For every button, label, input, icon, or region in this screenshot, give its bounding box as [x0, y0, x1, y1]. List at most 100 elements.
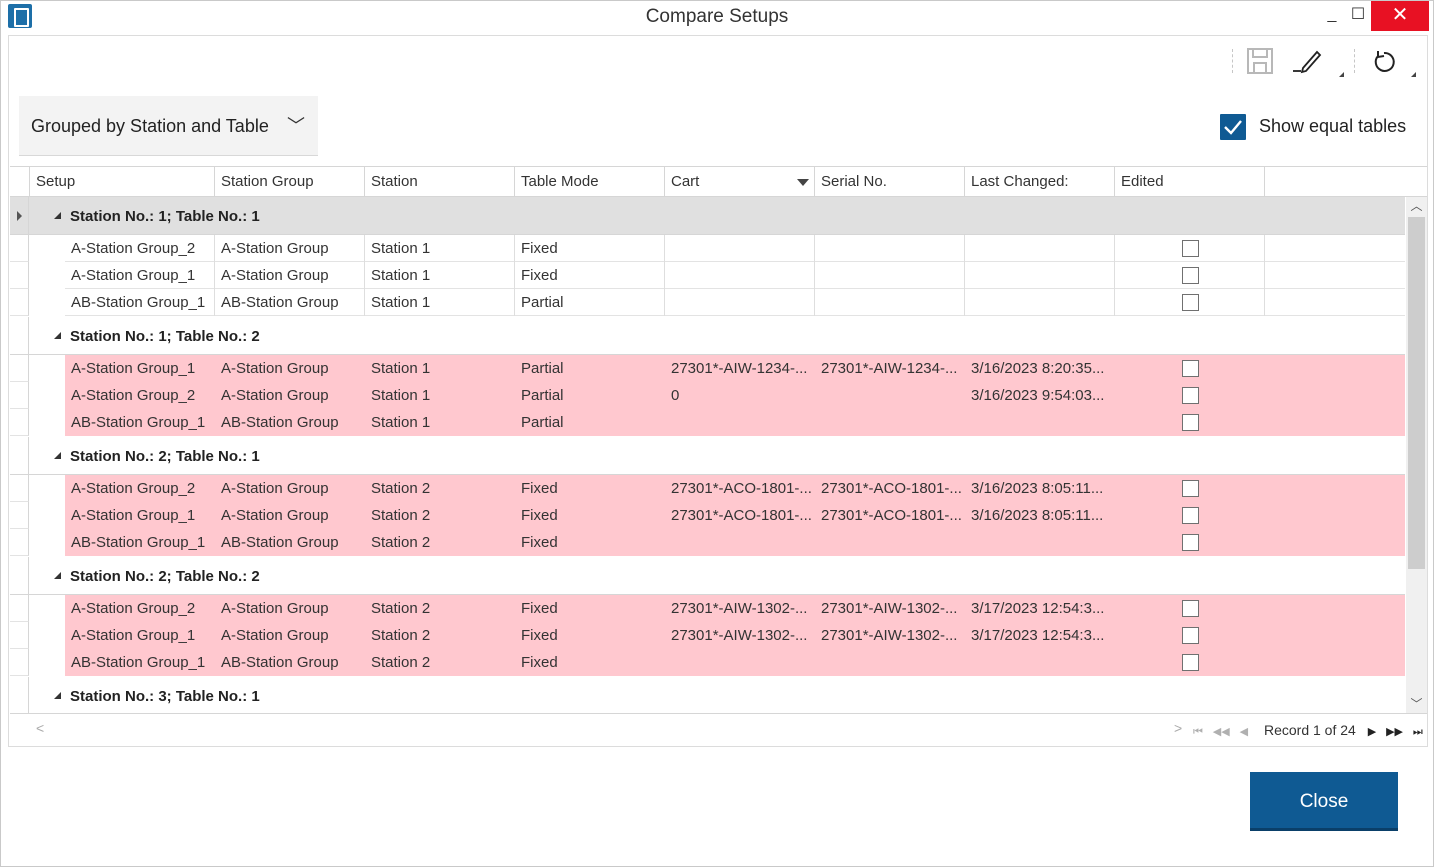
- row-indicator[interactable]: [10, 595, 29, 622]
- row-indicator[interactable]: [10, 355, 29, 382]
- close-window-button[interactable]: ✕: [1371, 1, 1429, 31]
- edited-checkbox[interactable]: [1182, 267, 1199, 284]
- table-cell[interactable]: Station 1: [365, 289, 515, 316]
- table-cell[interactable]: Fixed: [515, 595, 665, 622]
- scroll-down-icon[interactable]: ﹀: [1406, 695, 1427, 713]
- table-cell[interactable]: A-Station Group_1: [65, 502, 215, 529]
- table-cell[interactable]: [665, 262, 815, 289]
- row-indicator[interactable]: [10, 289, 29, 316]
- edited-checkbox[interactable]: [1182, 414, 1199, 431]
- scrollbar-thumb[interactable]: [1408, 217, 1425, 569]
- table-row[interactable]: A-Station Group_2 A-Station Group Station …: [10, 235, 1405, 262]
- table-cell[interactable]: Fixed: [515, 475, 665, 502]
- table-cell[interactable]: A-Station Group: [215, 355, 365, 382]
- table-cell[interactable]: A-Station Group: [215, 475, 365, 502]
- row-indicator[interactable]: [10, 317, 29, 354]
- table-cell[interactable]: Station 1: [365, 382, 515, 409]
- group-row[interactable]: Station No.: 1; Table No.: 1: [10, 197, 1405, 235]
- table-cell[interactable]: [665, 409, 815, 436]
- table-row[interactable]: A-Station Group_1 A-Station Group Station …: [10, 355, 1405, 382]
- row-indicator[interactable]: [10, 235, 29, 262]
- table-cell[interactable]: AB-Station Group: [215, 649, 365, 676]
- table-cell[interactable]: Partial: [515, 382, 665, 409]
- table-cell[interactable]: 27301*-AIW-1302-...: [665, 595, 815, 622]
- column-header-edited[interactable]: Edited: [1114, 167, 1264, 197]
- table-cell[interactable]: [965, 649, 1115, 676]
- table-cell[interactable]: A-Station Group: [215, 502, 365, 529]
- table-cell[interactable]: Partial: [515, 409, 665, 436]
- table-cell[interactable]: Fixed: [515, 622, 665, 649]
- table-cell[interactable]: A-Station Group_2: [65, 382, 215, 409]
- row-indicator[interactable]: [10, 197, 29, 234]
- table-cell[interactable]: 27301*-AIW-1234-...: [815, 355, 965, 382]
- table-cell[interactable]: Partial: [515, 289, 665, 316]
- scroll-left-icon[interactable]: <: [36, 720, 44, 736]
- show-equal-tables-checkbox[interactable]: [1220, 114, 1246, 140]
- edit-button[interactable]: [1291, 44, 1325, 78]
- column-header-station[interactable]: Station: [364, 167, 514, 197]
- previous-page-icon[interactable]: ◀◀: [1213, 725, 1230, 738]
- table-cell[interactable]: Station 2: [365, 475, 515, 502]
- table-cell[interactable]: [815, 529, 965, 556]
- last-page-icon[interactable]: ⏭: [1413, 726, 1423, 739]
- next-page-icon[interactable]: ▶▶: [1386, 725, 1403, 738]
- save-button[interactable]: [1243, 44, 1277, 78]
- vertical-scrollbar[interactable]: ︿ ﹀: [1406, 197, 1427, 713]
- table-cell[interactable]: Fixed: [515, 235, 665, 262]
- first-page-icon[interactable]: ⏮: [1193, 726, 1203, 739]
- table-cell[interactable]: 3/16/2023 8:05:11...: [965, 502, 1115, 529]
- group-by-dropdown[interactable]: Grouped by Station and Table ﹀: [19, 96, 318, 156]
- group-row[interactable]: Station No.: 3; Table No.: 1: [10, 677, 1405, 713]
- table-row[interactable]: A-Station Group_2 A-Station Group Station …: [10, 475, 1405, 502]
- table-cell[interactable]: [815, 262, 965, 289]
- table-row[interactable]: AB-Station Group_1 AB-Station Group Statio…: [10, 289, 1405, 316]
- table-cell[interactable]: [965, 409, 1115, 436]
- table-cell[interactable]: [965, 262, 1115, 289]
- table-cell[interactable]: 3/16/2023 9:54:03...: [965, 382, 1115, 409]
- edited-checkbox[interactable]: [1182, 600, 1199, 617]
- table-cell[interactable]: [665, 649, 815, 676]
- table-cell[interactable]: 27301*-AIW-1302-...: [665, 622, 815, 649]
- table-cell[interactable]: [965, 235, 1115, 262]
- table-cell[interactable]: Station 2: [365, 622, 515, 649]
- table-cell[interactable]: Station 2: [365, 529, 515, 556]
- column-header-cart[interactable]: Cart: [664, 167, 814, 197]
- table-cell[interactable]: 27301*-AIW-1302-...: [815, 595, 965, 622]
- table-cell[interactable]: [665, 235, 815, 262]
- edited-checkbox[interactable]: [1182, 627, 1199, 644]
- table-cell[interactable]: A-Station Group_2: [65, 235, 215, 262]
- edited-checkbox[interactable]: [1182, 654, 1199, 671]
- row-indicator[interactable]: [10, 622, 29, 649]
- group-row[interactable]: Station No.: 1; Table No.: 2: [10, 317, 1405, 355]
- table-cell[interactable]: Station 1: [365, 355, 515, 382]
- table-cell[interactable]: 27301*-AIW-1302-...: [815, 622, 965, 649]
- table-cell[interactable]: 0: [665, 382, 815, 409]
- table-cell[interactable]: Station 1: [365, 235, 515, 262]
- collapse-group-icon[interactable]: [54, 452, 61, 459]
- column-header-serial-no[interactable]: Serial No.: [814, 167, 964, 197]
- edited-checkbox[interactable]: [1182, 507, 1199, 524]
- column-header-last-changed[interactable]: Last Changed:: [964, 167, 1114, 197]
- row-indicator[interactable]: [10, 529, 29, 556]
- scroll-right-icon[interactable]: >: [1174, 720, 1182, 736]
- row-indicator[interactable]: [10, 475, 29, 502]
- table-row[interactable]: A-Station Group_1 A-Station Group Station …: [10, 502, 1405, 529]
- refresh-dropdown-indicator[interactable]: [1411, 72, 1416, 77]
- table-cell[interactable]: AB-Station Group_1: [65, 529, 215, 556]
- table-cell[interactable]: [815, 289, 965, 316]
- collapse-group-icon[interactable]: [54, 212, 61, 219]
- table-cell[interactable]: [665, 529, 815, 556]
- table-cell[interactable]: 27301*-ACO-1801-...: [815, 475, 965, 502]
- row-indicator[interactable]: [10, 557, 29, 594]
- table-cell[interactable]: A-Station Group_1: [65, 622, 215, 649]
- table-row[interactable]: AB-Station Group_1 AB-Station Group Statio…: [10, 409, 1405, 436]
- table-cell[interactable]: A-Station Group: [215, 235, 365, 262]
- table-cell[interactable]: [965, 529, 1115, 556]
- table-row[interactable]: A-Station Group_1 A-Station Group Station …: [10, 262, 1405, 289]
- column-header-setup[interactable]: Setup: [29, 167, 215, 197]
- table-cell[interactable]: A-Station Group_2: [65, 595, 215, 622]
- collapse-group-icon[interactable]: [54, 692, 61, 699]
- edited-checkbox[interactable]: [1182, 360, 1199, 377]
- table-cell[interactable]: 3/17/2023 12:54:3...: [965, 595, 1115, 622]
- maximize-button[interactable]: ☐: [1343, 1, 1373, 31]
